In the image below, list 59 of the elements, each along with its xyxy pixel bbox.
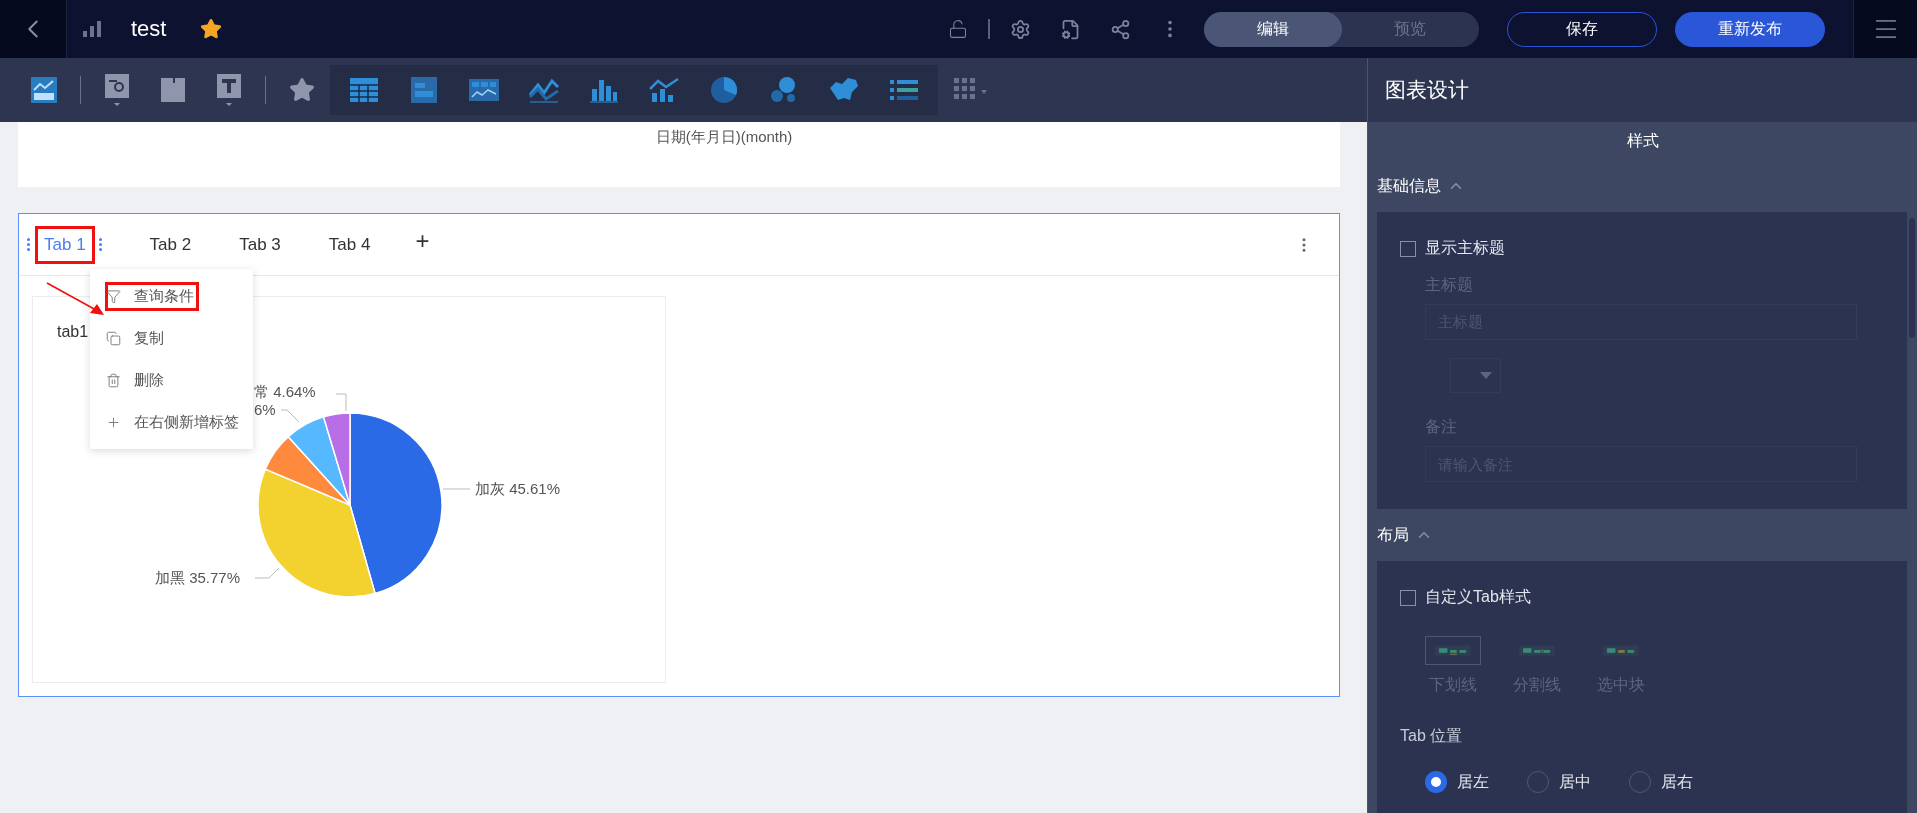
combo-chart-icon	[648, 77, 680, 103]
section-title: 布局	[1377, 524, 1409, 545]
leader-line	[254, 567, 280, 579]
signal-bars-icon	[83, 21, 103, 37]
dashboard-title: test	[131, 16, 167, 42]
line-chart-icon	[528, 77, 560, 103]
pie-chart-icon	[710, 76, 738, 104]
radio-option[interactable]: 居中	[1527, 771, 1591, 793]
text-icon	[216, 73, 242, 107]
plus-icon	[106, 414, 121, 430]
mode-tab[interactable]: 编辑	[1204, 11, 1342, 47]
filter-icon	[106, 288, 121, 304]
metric-icon	[468, 78, 500, 102]
annotation-arrow	[46, 282, 106, 316]
field-label: Tab 位置	[1400, 726, 1464, 746]
copy-icon	[106, 330, 121, 346]
star-icon	[289, 77, 315, 103]
dashboard-icon	[30, 76, 58, 104]
section-header[interactable]: 布局	[1368, 509, 1917, 561]
panel-title: 图表设计	[1385, 77, 1469, 103]
checkbox[interactable]: 自定义Tab样式	[1400, 587, 1907, 608]
publish-button[interactable]: 重新发布	[1675, 11, 1825, 47]
leader-line	[335, 393, 347, 412]
bar-chart-icon	[589, 77, 619, 103]
card-icon	[410, 76, 438, 104]
menu-icon[interactable]	[1853, 0, 1917, 58]
style-tab[interactable]: 样式	[1368, 122, 1917, 160]
pie-label: 加灰 45.61%	[475, 480, 561, 497]
save-button[interactable]: 保存	[1507, 11, 1657, 47]
menu-item[interactable]: 查询条件	[90, 275, 253, 317]
section-header[interactable]: 基础信息	[1368, 160, 1917, 212]
tab-menu-icon[interactable]	[98, 238, 103, 251]
tab[interactable]: Tab 1	[35, 225, 95, 264]
leader-line	[280, 409, 300, 423]
chart-title: tab1	[57, 323, 89, 341]
checkbox[interactable]: 显示主标题	[1400, 238, 1907, 259]
table-icon	[349, 77, 379, 103]
pie-label: 加黑 35.77%	[155, 569, 241, 586]
list-icon	[889, 78, 919, 102]
drag-handle-icon[interactable]	[27, 238, 31, 251]
search-panel-icon	[104, 73, 130, 107]
caret-down-icon	[1480, 372, 1492, 379]
menu-item[interactable]: 删除	[90, 359, 253, 401]
tab[interactable]: Tab 2	[140, 225, 201, 264]
pie-label: 常 4.64%	[254, 383, 316, 400]
pie-label: 6%	[254, 401, 276, 418]
leader-line	[442, 488, 471, 490]
axis-title: 日期(年月日)(month)	[655, 128, 793, 147]
menu-item[interactable]: 在右侧新增标签	[90, 401, 253, 443]
trash-icon	[106, 372, 121, 388]
radio-option[interactable]: 居右	[1629, 771, 1693, 793]
radio-option[interactable]: 居左	[1425, 771, 1489, 793]
tab[interactable]: Tab 4	[319, 225, 380, 264]
add-tab-button[interactable]: +	[409, 226, 436, 255]
menu-item[interactable]: 复制	[90, 317, 253, 359]
section-title: 基础信息	[1377, 175, 1441, 196]
favorite-star-icon[interactable]	[200, 18, 223, 40]
panel-icon	[160, 77, 186, 103]
tab[interactable]: Tab 3	[230, 225, 290, 264]
